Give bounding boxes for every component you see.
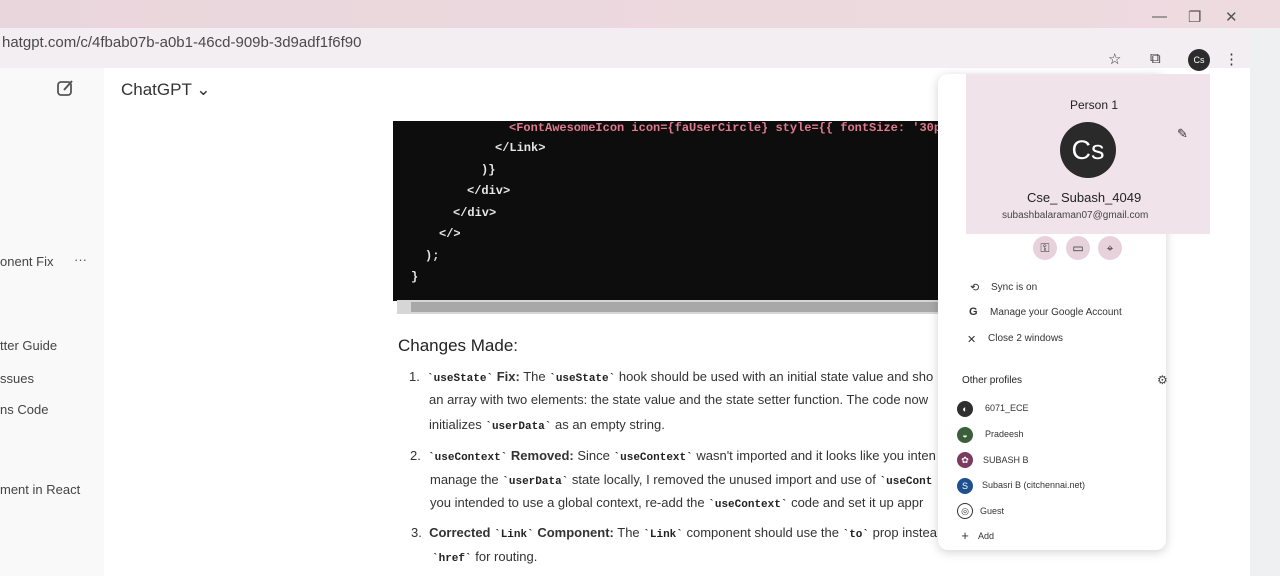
location-pin-icon[interactable]: ⌖: [1098, 236, 1122, 260]
profile-avatar-icon: ◐: [957, 401, 973, 417]
changes-heading: Changes Made:: [398, 336, 519, 355]
sidebar-item-react[interactable]: ment in React: [0, 482, 80, 497]
code-line: <FontAwesomeIcon icon={faUserCircle} sty…: [509, 121, 951, 135]
code-line: </div>: [453, 206, 497, 220]
title-bar: [0, 0, 1280, 30]
profile-email: subashbalaraman07@gmail.com: [1002, 210, 1149, 221]
sync-icon: ⟲: [970, 282, 980, 294]
browser-menu-icon[interactable]: ⋮: [1224, 50, 1239, 68]
sidebar-item-code[interactable]: ns Code: [0, 402, 48, 417]
more-options-icon[interactable]: ···: [74, 252, 87, 267]
close-window-button[interactable]: ✕: [1225, 8, 1238, 26]
list-item-text: initializes `userData` as an empty strin…: [429, 417, 665, 433]
list-item: 1. `useState` Fix: The `useState` hook s…: [409, 369, 934, 385]
code-block: <FontAwesomeIcon icon={faUserCircle} sty…: [393, 121, 951, 301]
gear-icon[interactable]: ⚙: [1157, 373, 1168, 387]
sidebar-item-component-fix[interactable]: onent Fix: [0, 254, 53, 269]
sidebar-item-guide[interactable]: tter Guide: [0, 338, 57, 353]
guest-icon: ◎: [957, 503, 973, 519]
profile-item[interactable]: SUBASH B: [983, 455, 1029, 465]
list-item-text: an array with two elements: the state va…: [429, 392, 929, 407]
profile-item[interactable]: Pradeesh: [985, 429, 1024, 439]
person-label: Person 1: [1070, 98, 1119, 112]
bookmark-star-icon[interactable]: ☆: [1108, 50, 1121, 68]
list-item: 2. `useContext` Removed: Since `useConte…: [410, 448, 936, 464]
google-icon: G: [969, 306, 978, 318]
profile-avatar-icon: ✿: [957, 452, 973, 468]
model-selector[interactable]: ChatGPT ⌄: [121, 80, 211, 100]
new-chat-icon[interactable]: [56, 78, 78, 100]
url-text[interactable]: hatgpt.com/c/4fbab07b-a0b1-46cd-909b-3d9…: [2, 34, 361, 51]
code-scrollbar-thumb[interactable]: [411, 302, 941, 312]
minimize-button[interactable]: —: [1152, 8, 1167, 25]
add-icon: +: [961, 528, 969, 543]
restore-button[interactable]: ❐: [1188, 8, 1201, 26]
other-profiles-heading: Other profiles: [962, 375, 1023, 386]
list-item: 3. Corrected `Link` Component: The `Link…: [411, 525, 937, 541]
edit-pencil-icon[interactable]: ✎: [1177, 126, 1188, 142]
add-profile-button[interactable]: Add: [978, 531, 994, 541]
list-item-text: you intended to use a global context, re…: [430, 495, 924, 511]
manage-account-link[interactable]: Manage your Google Account: [990, 307, 1122, 318]
profile-avatar-icon: ◒: [957, 427, 973, 443]
payment-card-icon[interactable]: ▭: [1066, 236, 1090, 260]
sync-status[interactable]: Sync is on: [991, 282, 1037, 293]
code-line: );: [425, 249, 440, 263]
close-icon: ✕: [967, 334, 977, 346]
code-line: </>: [439, 227, 461, 241]
profile-item[interactable]: Subasri B (citchennai.net): [982, 480, 1085, 490]
code-line: }: [411, 270, 419, 284]
list-item-text: `href` for routing.: [432, 549, 538, 565]
code-line: )}: [481, 163, 496, 177]
passwords-key-icon[interactable]: ⚿: [1033, 236, 1057, 260]
code-line: </div>: [467, 184, 511, 198]
extensions-icon[interactable]: ⧉: [1150, 50, 1161, 67]
profile-avatar-button[interactable]: Cs: [1188, 49, 1210, 71]
close-windows-button[interactable]: Close 2 windows: [988, 333, 1063, 344]
list-item-text: manage the `userData` state locally, I r…: [430, 472, 933, 488]
avatar: Cs: [1060, 122, 1116, 178]
profile-avatar-icon: S: [957, 478, 973, 494]
code-line: </Link>: [495, 141, 546, 155]
profile-name: Cse_ Subash_4049: [1027, 190, 1142, 205]
guest-profile-item[interactable]: Guest: [980, 506, 1004, 516]
page-scrollbar[interactable]: [1250, 28, 1280, 576]
profile-item[interactable]: 6071_ECE: [985, 403, 1029, 413]
sidebar-item-issues[interactable]: ssues: [0, 371, 34, 386]
sidebar: [0, 68, 104, 576]
